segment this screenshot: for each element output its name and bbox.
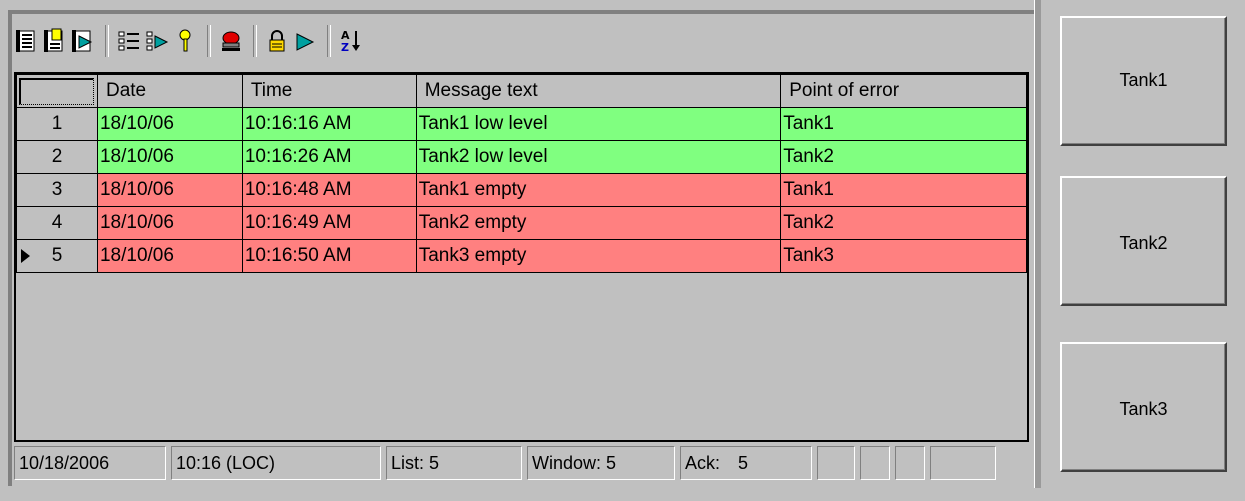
table-row[interactable]: 2 18/10/06 10:16:26 AM Tank2 low level T…: [16, 140, 1027, 174]
table-header-row: Date Time Message text Point of error: [16, 74, 1027, 108]
toolbar-separator: [327, 25, 331, 57]
status-window-count: Window: 5: [527, 446, 675, 480]
row-number[interactable]: 1: [16, 107, 98, 141]
status-time: 10:16 (LOC): [171, 446, 381, 480]
cell-time: 10:16:26 AM: [241, 140, 417, 174]
column-header-point-of-error[interactable]: Point of error: [780, 74, 1027, 108]
alarm-toolbar: A Z: [14, 18, 1029, 64]
column-header-time[interactable]: Time: [241, 74, 417, 108]
cell-date: 18/10/06: [96, 107, 243, 141]
panel-frame-top: [8, 10, 1034, 14]
row-number-label: 5: [51, 245, 63, 266]
cell-date: 18/10/06: [96, 140, 243, 174]
alarm-view-panel: A Z Date Time Message text Point of erro…: [0, 0, 1041, 488]
table-row[interactable]: 4 18/10/06 10:16:49 AM Tank2 empty Tank2: [16, 206, 1027, 240]
row-number-current[interactable]: 5: [16, 239, 98, 273]
alarm-table[interactable]: Date Time Message text Point of error 1 …: [14, 72, 1029, 442]
cell-point-of-error: Tank2: [780, 140, 1027, 174]
cell-date: 18/10/06: [96, 239, 243, 273]
status-list-count: List: 5: [386, 446, 522, 480]
row-number[interactable]: 2: [16, 140, 98, 174]
status-indicator-2: [860, 446, 890, 480]
select-all-corner[interactable]: [16, 74, 98, 108]
panel-frame-left: [8, 10, 12, 486]
svg-text:Z: Z: [341, 41, 349, 54]
status-indicator-4: [930, 446, 996, 480]
row-number[interactable]: 4: [16, 206, 98, 240]
toolbar-separator: [207, 25, 211, 57]
message-view-icon[interactable]: [14, 26, 40, 56]
toolbar-separator: [253, 25, 257, 57]
status-ack-count: Ack: 5: [680, 446, 812, 480]
cell-date: 18/10/06: [96, 173, 243, 207]
cell-time: 10:16:48 AM: [241, 173, 417, 207]
cell-date: 18/10/06: [96, 206, 243, 240]
cell-point-of-error: Tank1: [780, 173, 1027, 207]
status-ack-value: 5: [738, 452, 749, 473]
cell-message: Tank2 empty: [415, 206, 782, 240]
tank3-button[interactable]: Tank3: [1060, 342, 1227, 472]
list-settings-icon[interactable]: [116, 26, 142, 56]
filter-icon[interactable]: [144, 26, 170, 56]
status-indicator-3: [895, 446, 925, 480]
hide-icon[interactable]: [292, 26, 318, 56]
status-ack-label: Ack:: [685, 452, 721, 473]
table-row[interactable]: 5 18/10/06 10:16:50 AM Tank3 empty Tank3: [16, 239, 1027, 273]
lock-icon[interactable]: [264, 26, 290, 56]
cell-point-of-error: Tank3: [780, 239, 1027, 273]
current-row-arrow-icon: [21, 249, 30, 263]
cell-message: Tank2 low level: [415, 140, 782, 174]
alarm-table-grid: Date Time Message text Point of error 1 …: [16, 74, 1027, 273]
alarm-bell-icon[interactable]: [218, 26, 244, 56]
message-list-icon[interactable]: [42, 26, 68, 56]
status-indicator-1: [817, 446, 855, 480]
cell-point-of-error: Tank1: [780, 107, 1027, 141]
cell-message: Tank3 empty: [415, 239, 782, 273]
toolbar-separator: [105, 25, 109, 57]
tank1-button[interactable]: Tank1: [1060, 16, 1227, 146]
column-header-date[interactable]: Date: [96, 74, 243, 108]
cell-message: Tank1 empty: [415, 173, 782, 207]
table-row[interactable]: 3 18/10/06 10:16:48 AM Tank1 empty Tank1: [16, 173, 1027, 207]
cell-time: 10:16:16 AM: [241, 107, 417, 141]
cell-time: 10:16:49 AM: [241, 206, 417, 240]
status-bar: 10/18/2006 10:16 (LOC) List: 5 Window: 5…: [14, 446, 1029, 480]
row-number[interactable]: 3: [16, 173, 98, 207]
status-date: 10/18/2006: [14, 446, 166, 480]
panel-frame-right: [1034, 0, 1041, 488]
tank2-button[interactable]: Tank2: [1060, 176, 1227, 306]
sort-icon[interactable]: A Z: [338, 26, 364, 56]
cell-message: Tank1 low level: [415, 107, 782, 141]
table-row[interactable]: 1 18/10/06 10:16:16 AM Tank1 low level T…: [16, 107, 1027, 141]
column-header-message-text[interactable]: Message text: [415, 74, 782, 108]
cell-time: 10:16:50 AM: [241, 239, 417, 273]
cell-point-of-error: Tank2: [780, 206, 1027, 240]
acknowledge-icon[interactable]: [172, 26, 198, 56]
history-list-icon[interactable]: [70, 26, 96, 56]
